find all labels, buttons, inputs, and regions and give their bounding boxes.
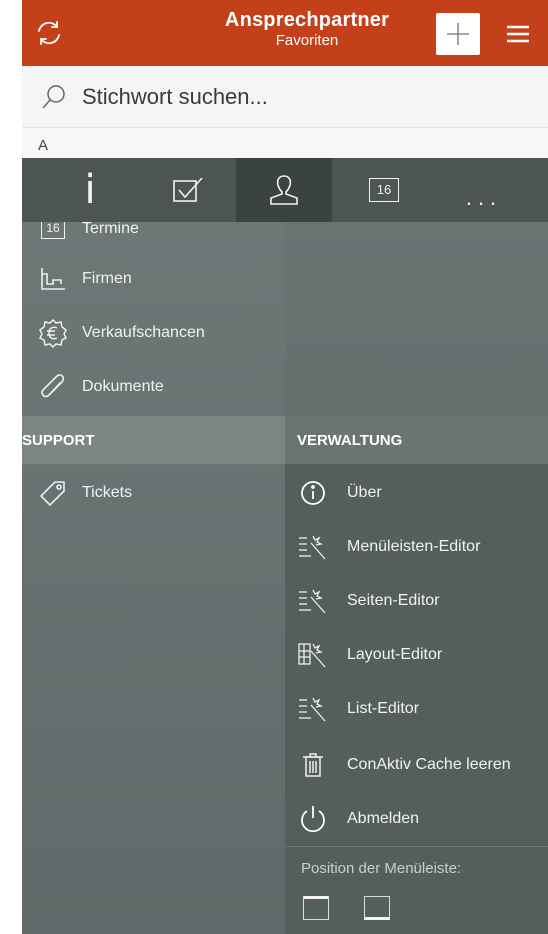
menu-item-label: List-Editor [347,700,420,717]
trash-icon [297,750,329,780]
contact-icon [270,175,298,205]
menu-item-label: Dokumente [82,378,164,395]
menu-item-list-editor[interactable]: List-Editor [285,682,548,736]
menu-item-ueber[interactable]: Über [285,466,548,520]
checkbox-icon [173,177,203,202]
menu-item-label: Tickets [82,484,133,501]
menu-item-label: Firmen [82,270,132,287]
menu-item-label: Termine [82,220,139,237]
tab-calendar[interactable]: 16 [336,158,432,222]
menu-item-label: Menüleisten-Editor [347,538,481,555]
menu-overlay: 16 Termine i 16 ... Firmen Verkaufschanc… [22,158,548,934]
menu-item-label: Über [347,484,382,501]
menubar-position-bottom-button[interactable] [364,896,390,920]
menubar-position-top-button[interactable] [303,896,329,920]
hamburger-menu-button[interactable] [500,18,536,50]
paperclip-icon [36,372,70,402]
tab-info[interactable]: i [42,158,138,222]
menu-item-tickets[interactable]: Tickets [22,466,285,520]
list-magic-icon [297,586,329,616]
calendar-day-number: 16 [41,219,65,239]
more-icon: ... [465,185,503,210]
tag-icon [36,478,70,508]
menu-item-dokumente[interactable]: Dokumente [22,360,285,414]
page-subtitle: Favoriten [275,32,339,49]
sync-button[interactable] [30,14,68,52]
sync-icon [38,21,60,45]
menu-item-label: Abmelden [347,810,420,827]
app-window: Ansprechpartner Favoriten A [0,0,548,934]
menu-item-label: Seiten-Editor [347,592,440,609]
info-circle-icon [297,478,329,508]
section-letter: A [38,137,49,154]
search-input[interactable] [82,76,522,118]
menu-position-label: Position der Menüleiste: [301,860,462,877]
divider [285,846,548,847]
menu-item-menueleisten-editor[interactable]: Menüleisten-Editor [285,520,548,574]
app-header: Ansprechpartner Favoriten [22,0,548,66]
calendar-icon: 16 [369,178,399,202]
support-section-header: SUPPORT [22,416,285,464]
section-title: VERWALTUNG [297,431,403,449]
search-bar [22,66,548,128]
search-icon [42,85,65,109]
power-icon [297,804,329,834]
tab-tasks[interactable] [140,158,236,222]
plus-icon [447,23,469,45]
verwaltung-section-header: VERWALTUNG [285,416,548,464]
menu-item-verkaufschancen[interactable]: Verkaufschancen [22,306,285,360]
menu-item-firmen[interactable]: Firmen [22,252,285,306]
menu-item-layout-editor[interactable]: Layout-Editor [285,628,548,682]
add-button[interactable] [436,13,480,55]
grid-magic-icon [297,640,329,670]
menu-item-abmelden[interactable]: Abmelden [285,792,548,846]
menu-item-cache-leeren[interactable]: ConAktiv Cache leeren [285,738,548,792]
tab-bar: i 16 ... [22,158,548,222]
tab-contacts[interactable] [236,158,332,222]
menu-item-seiten-editor[interactable]: Seiten-Editor [285,574,548,628]
info-icon: i [84,167,96,213]
euro-icon [36,318,70,348]
tab-more[interactable]: ... [436,158,532,222]
list-section-header: A [22,128,548,158]
header-title-area: Ansprechpartner Favoriten [152,8,462,50]
chart-icon [36,264,70,294]
section-title: SUPPORT [22,431,95,449]
menu-item-label: Verkaufschancen [82,324,205,341]
page-title: Ansprechpartner [224,9,390,31]
hamburger-icon [507,25,529,43]
list-magic-icon [297,532,329,562]
list-magic-icon [297,694,329,724]
menu-item-label: ConAktiv Cache leeren [347,756,511,773]
menu-item-label: Layout-Editor [347,646,443,663]
